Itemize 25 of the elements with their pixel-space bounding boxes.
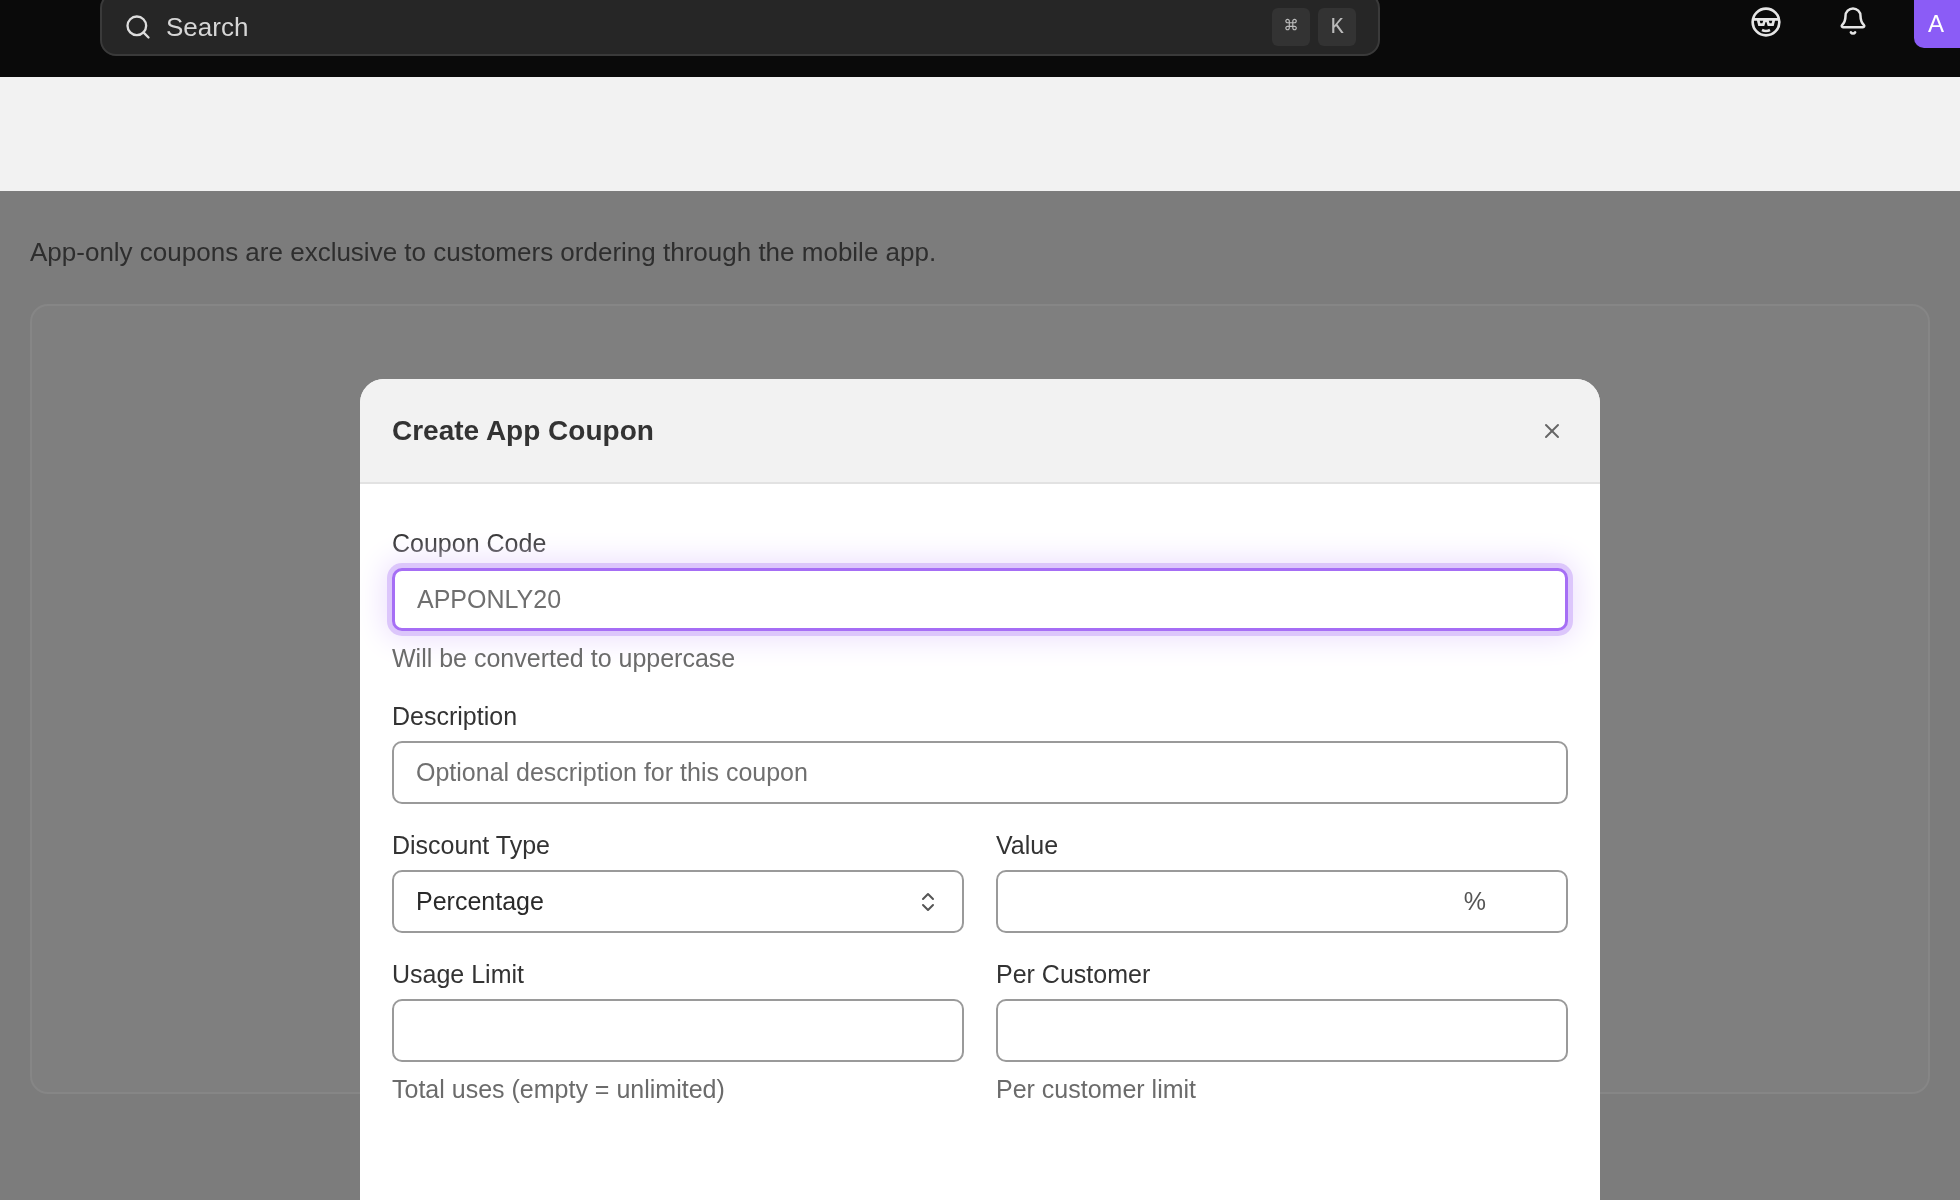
- field-hint: Per customer limit: [996, 1074, 1198, 1105]
- select-field[interactable]: Percentage: [392, 870, 964, 933]
- search-field[interactable]: Search ⌘ K: [100, 0, 1380, 56]
- dialog-title: Create App Coupon: [392, 413, 654, 448]
- number-field[interactable]: %: [996, 870, 1568, 933]
- field-label: Per Customer: [996, 959, 1152, 990]
- field-label: Description: [392, 701, 519, 732]
- shortcut-key: K: [1318, 8, 1356, 46]
- shortcut-key: ⌘: [1272, 8, 1310, 46]
- avatar[interactable]: A: [1914, 0, 1960, 48]
- text-field[interactable]: Optional description for this coupon: [392, 741, 1568, 804]
- text-field[interactable]: APPONLY20: [392, 568, 1568, 631]
- field-label: Value: [996, 830, 1060, 861]
- masked-face-icon[interactable]: [1750, 6, 1782, 38]
- field-hint: Will be converted to uppercase: [392, 643, 737, 674]
- field-label: Usage Limit: [392, 959, 525, 990]
- percent-suffix: %: [1463, 885, 1486, 917]
- field-label: Discount Type: [392, 830, 551, 861]
- field-hint: Total uses (empty = unlimited): [392, 1074, 726, 1105]
- field-label: Coupon Code: [392, 528, 548, 559]
- search-icon: [124, 13, 152, 41]
- text-field[interactable]: [996, 999, 1568, 1062]
- text-field[interactable]: [392, 999, 964, 1062]
- page-description: App-only coupons are exclusive to customers ordering through the mobile app.: [30, 236, 938, 269]
- bell-icon[interactable]: [1838, 6, 1868, 36]
